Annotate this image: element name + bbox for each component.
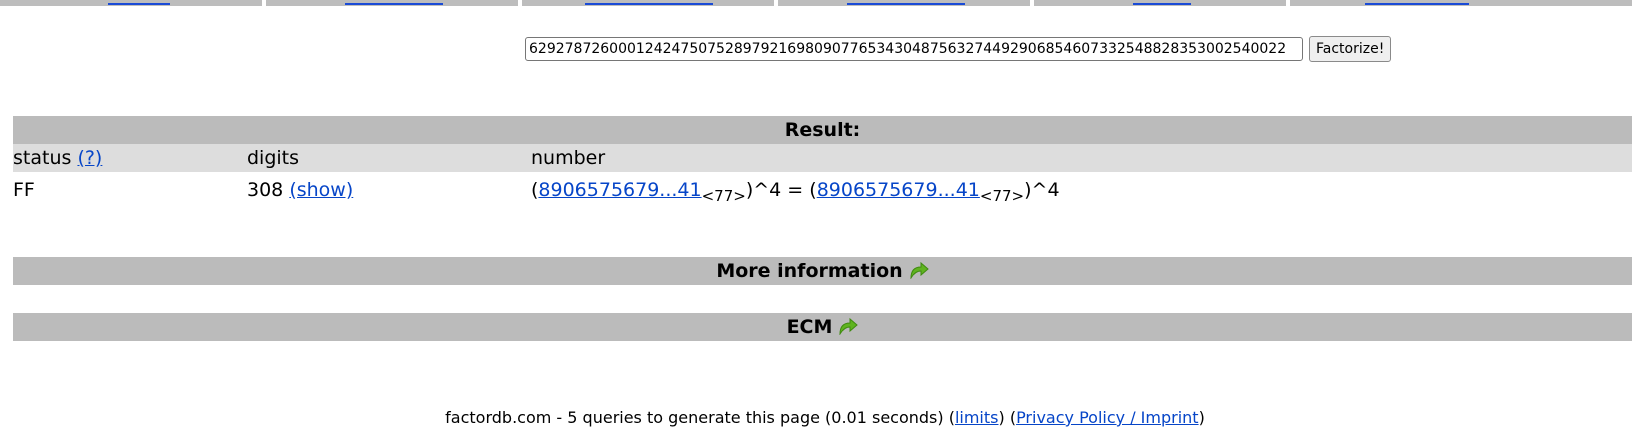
lhs-digit-count: <77> xyxy=(701,187,746,205)
nav-link[interactable] xyxy=(345,3,443,5)
nav-link[interactable] xyxy=(585,3,713,5)
status-help-link[interactable]: (?) xyxy=(77,147,102,169)
status-column-header: status (?) xyxy=(13,144,247,172)
table-header-row: status (?) digits number xyxy=(13,144,1632,172)
limits-link[interactable]: limits xyxy=(955,408,999,427)
status-value: FF xyxy=(13,179,35,201)
nav-link[interactable] xyxy=(847,3,965,5)
footer-end: ) xyxy=(1198,408,1205,427)
nav-cell[interactable] xyxy=(1290,0,1632,6)
digits-value: 308 xyxy=(247,179,284,201)
nav-link[interactable] xyxy=(108,3,170,5)
top-nav xyxy=(0,0,1632,6)
footer: factordb.com - 5 queries to generate thi… xyxy=(0,408,1632,427)
ecm-section[interactable]: ECM xyxy=(13,313,1632,341)
search-form: Factorize! xyxy=(525,36,1392,62)
nav-cell[interactable] xyxy=(1034,0,1290,6)
nav-cell[interactable] xyxy=(778,0,1034,6)
arrow-forward-icon[interactable] xyxy=(909,259,929,287)
lhs-factor-link[interactable]: 8906575679...41 xyxy=(538,179,701,201)
nav-link[interactable] xyxy=(1365,3,1469,5)
table-row: FF 308 (show) (8906575679...41<77>)^4 = … xyxy=(13,173,1632,207)
more-information-section[interactable]: More information xyxy=(13,257,1632,285)
rhs-digit-count: <77> xyxy=(979,187,1025,205)
lhs-close: )^4 = ( xyxy=(745,179,817,201)
footer-text: factordb.com - 5 queries to generate thi… xyxy=(445,408,955,427)
number-column-header: number xyxy=(531,147,606,169)
nav-cell[interactable] xyxy=(0,0,266,6)
rhs-close: )^4 xyxy=(1024,179,1060,201)
arrow-forward-icon[interactable] xyxy=(838,315,859,343)
result-title: Result: xyxy=(13,116,1632,144)
nav-cell[interactable] xyxy=(266,0,522,6)
ecm-label: ECM xyxy=(786,316,833,338)
footer-separator: ) ( xyxy=(998,408,1017,427)
nav-cell[interactable] xyxy=(522,0,778,6)
number-input[interactable] xyxy=(525,37,1303,61)
show-digits-link[interactable]: (show) xyxy=(289,179,353,201)
rhs-factor-link[interactable]: 8906575679...41 xyxy=(817,179,980,201)
more-information-label: More information xyxy=(716,260,903,282)
digits-column-header: digits xyxy=(247,147,300,169)
status-label: status xyxy=(13,147,72,169)
number-cell: (8906575679...41<77>)^4 = (8906575679...… xyxy=(531,173,1632,207)
result-table: Result: status (?) digits number FF 308 … xyxy=(13,116,1632,207)
digits-cell: 308 (show) xyxy=(247,173,531,207)
factorize-button[interactable]: Factorize! xyxy=(1309,36,1392,62)
privacy-policy-link[interactable]: Privacy Policy / Imprint xyxy=(1016,408,1199,427)
nav-link[interactable] xyxy=(1133,3,1191,5)
